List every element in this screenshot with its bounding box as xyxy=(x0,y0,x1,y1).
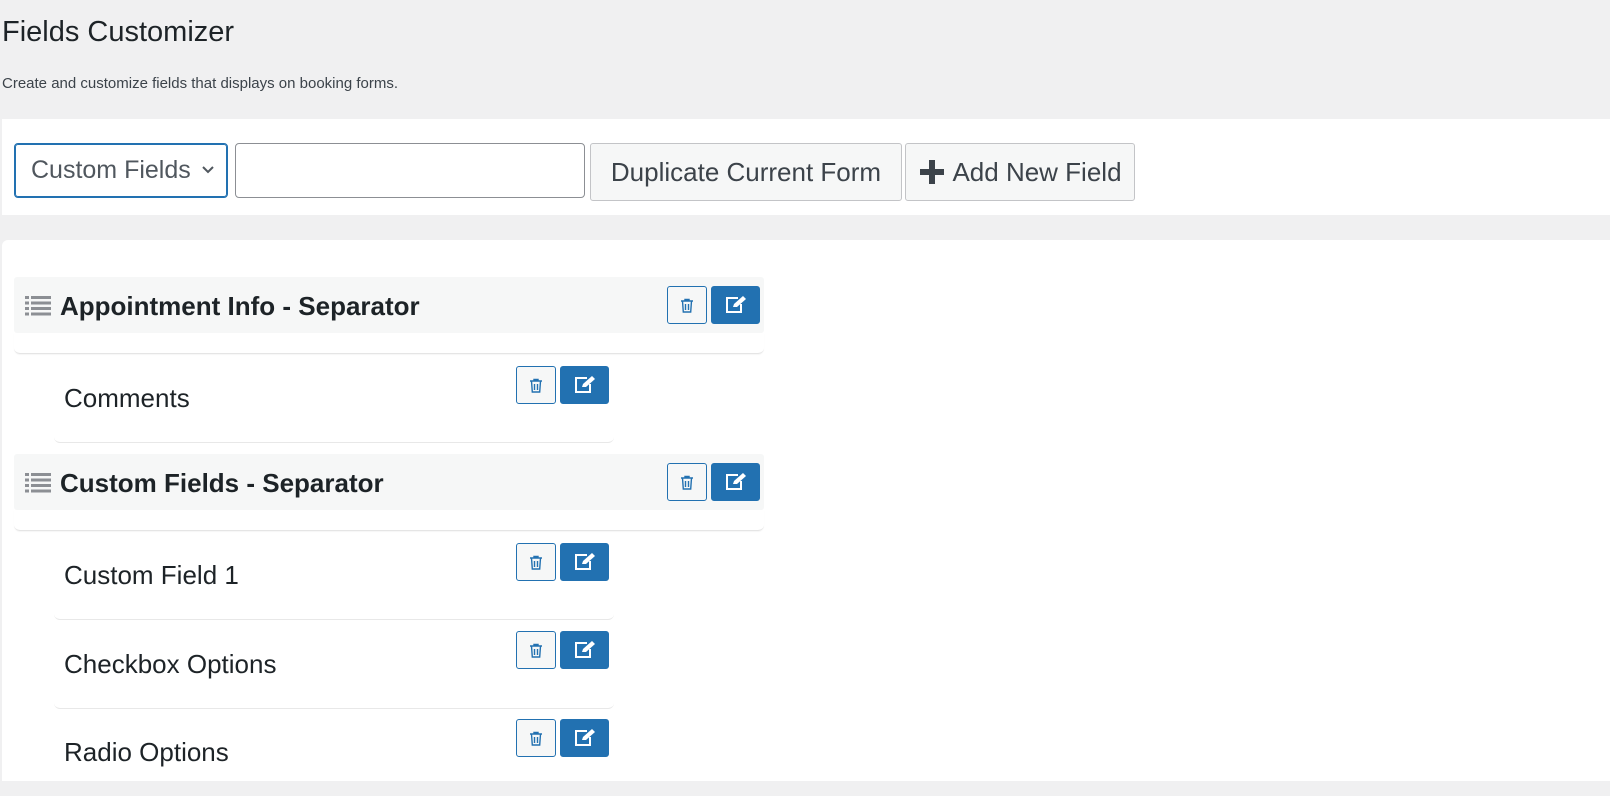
form-select[interactable]: Custom Fields xyxy=(14,143,228,198)
plus-icon xyxy=(920,160,945,184)
edit-button[interactable] xyxy=(560,719,609,757)
field-row[interactable]: Radio Options xyxy=(54,708,614,796)
separator-label: Custom Fields - Separator xyxy=(60,468,384,498)
field-label: Comments xyxy=(64,383,190,413)
field-label: Custom Field 1 xyxy=(64,560,239,590)
delete-button[interactable] xyxy=(667,286,707,324)
separator-row[interactable]: Custom Fields - Separator xyxy=(14,454,764,510)
edit-button[interactable] xyxy=(560,543,609,581)
delete-button[interactable] xyxy=(516,719,556,757)
field-row[interactable]: Comments xyxy=(54,354,614,443)
page-header: Fields Customizer Create and customize f… xyxy=(0,0,1610,118)
delete-button[interactable] xyxy=(516,543,556,581)
edit-button[interactable] xyxy=(560,631,609,669)
add-new-field-button[interactable]: Add New Field xyxy=(905,143,1135,201)
edit-icon xyxy=(574,553,595,570)
trash-icon xyxy=(681,475,693,490)
delete-button[interactable] xyxy=(516,631,556,669)
trash-icon xyxy=(681,298,693,313)
trash-icon xyxy=(530,378,542,393)
delete-button[interactable] xyxy=(667,463,707,501)
list-icon xyxy=(25,296,51,316)
edit-icon xyxy=(574,376,595,393)
list-icon xyxy=(25,473,51,493)
edit-button[interactable] xyxy=(560,366,609,404)
trash-icon xyxy=(530,731,542,746)
separator-divider xyxy=(14,333,764,354)
page-title: Fields Customizer xyxy=(2,16,235,48)
separator-divider xyxy=(14,510,764,531)
separator-label: Appointment Info - Separator xyxy=(60,291,420,321)
edit-icon xyxy=(574,641,595,658)
fields-panel: Appointment Info - Separator Comments Cu… xyxy=(2,240,1610,781)
field-label: Checkbox Options xyxy=(64,649,277,679)
chevron-down-icon xyxy=(202,166,214,174)
separator-row[interactable]: Appointment Info - Separator xyxy=(14,277,764,333)
field-row[interactable]: Checkbox Options xyxy=(54,620,614,709)
trash-icon xyxy=(530,643,542,658)
delete-button[interactable] xyxy=(516,366,556,404)
duplicate-form-label: Duplicate Current Form xyxy=(610,156,882,187)
edit-icon xyxy=(725,473,746,490)
edit-button[interactable] xyxy=(711,463,760,501)
form-select-value: Custom Fields xyxy=(31,156,191,184)
edit-button[interactable] xyxy=(711,286,760,324)
form-toolbar: Custom Fields Duplicate Current Form Add… xyxy=(2,119,1610,215)
page-description: Create and customize fields that display… xyxy=(2,75,399,92)
edit-icon xyxy=(725,296,746,313)
form-name-input[interactable] xyxy=(235,143,585,198)
field-label: Radio Options xyxy=(64,737,229,767)
field-row[interactable]: Custom Field 1 xyxy=(54,531,614,620)
add-new-field-label: Add New Field xyxy=(952,156,1122,187)
edit-icon xyxy=(574,729,595,746)
duplicate-form-button[interactable]: Duplicate Current Form xyxy=(590,143,902,201)
trash-icon xyxy=(530,555,542,570)
